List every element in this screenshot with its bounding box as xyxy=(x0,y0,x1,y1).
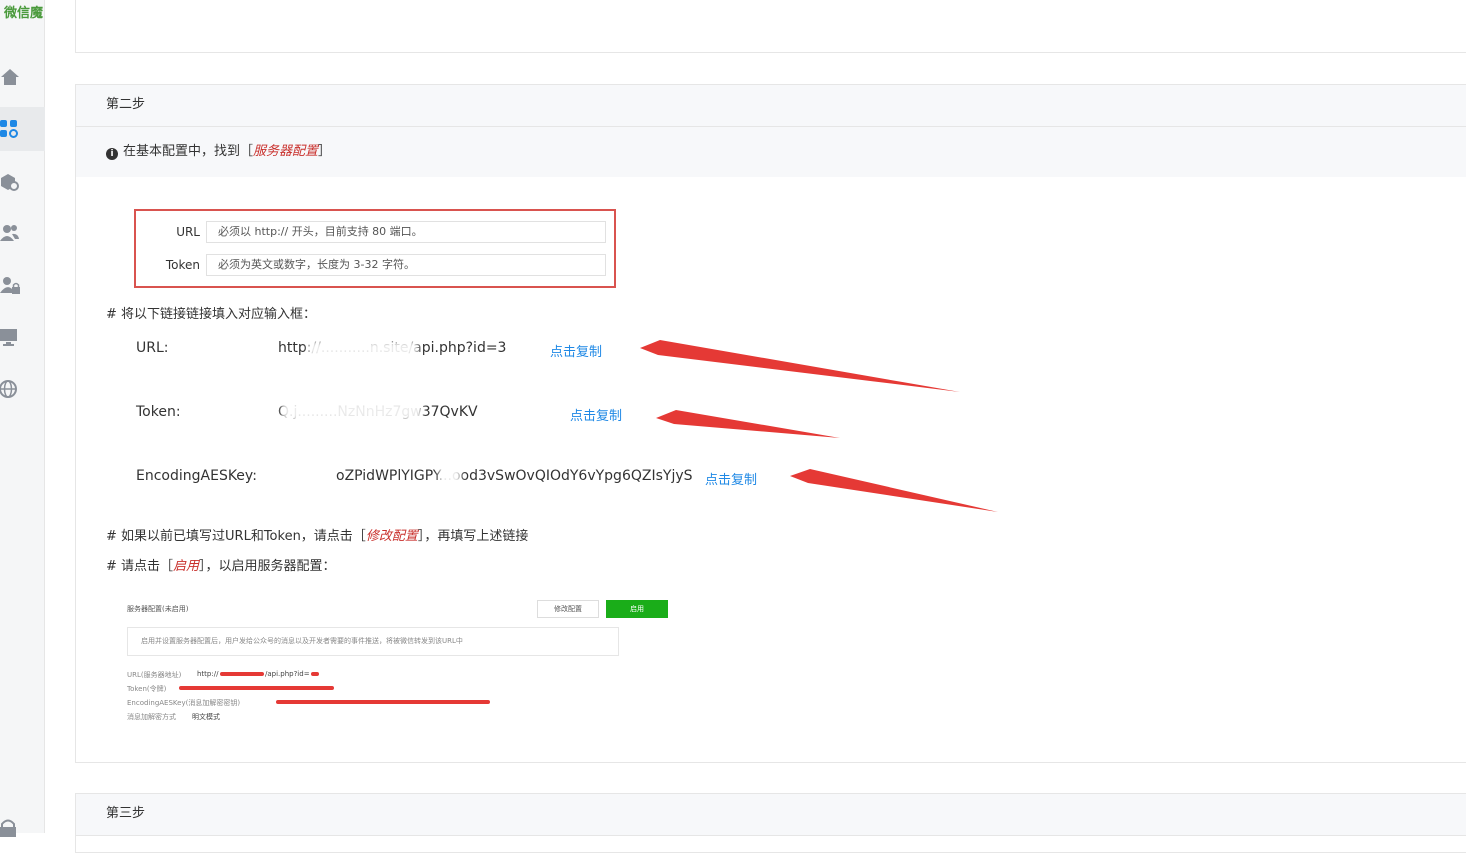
copy-aes-key-button[interactable]: 点击复制 xyxy=(705,469,757,488)
step1-card-tail xyxy=(75,0,1466,53)
preview-encrypt-label: 消息加解密方式 xyxy=(127,713,176,721)
aes-redaction xyxy=(439,463,461,487)
token-form-row: Token 必须为英文或数字，长度为 3-32 字符。 xyxy=(136,254,614,276)
token-form-input: 必须为英文或数字，长度为 3-32 字符。 xyxy=(206,254,606,276)
enable-highlight: 启用 xyxy=(173,559,200,574)
url-field-label: URL: xyxy=(136,340,169,356)
token-redaction xyxy=(282,401,422,421)
step2-title: 第二步 xyxy=(76,85,1466,127)
modify-config-note: # 如果以前已填写过URL和Token，请点击［修改配置］，再填写上述链接 xyxy=(106,529,529,544)
preview-token-redaction xyxy=(179,686,334,690)
preview-token-label: Token(令牌) xyxy=(127,685,167,693)
token-form-label: Token xyxy=(165,258,200,272)
modify-config-highlight: 修改配置 xyxy=(365,529,418,544)
preview-modify-button: 修改配置 xyxy=(537,600,599,618)
preview-title: 服务器配置(未启用) xyxy=(127,605,189,613)
preview-enable-button: 启用 xyxy=(606,600,668,618)
app-logo: 微信魔 xyxy=(4,6,44,21)
box-settings-icon[interactable] xyxy=(0,172,20,192)
preview-description: 启用并设置服务器配置后，用户发给公众号的消息以及开发者需要的事件推送，将被微信转… xyxy=(127,627,619,656)
preview-url-value: http:// xyxy=(197,670,219,678)
lock-icon[interactable] xyxy=(0,818,20,838)
copy-url-button[interactable]: 点击复制 xyxy=(550,341,602,360)
fill-instruction: # 将以下链接链接填入对应输入框： xyxy=(106,307,317,322)
url-form-input: 必须以 http:// 开头，目前支持 80 端口。 xyxy=(206,221,606,243)
preview-encrypt-value: 明文模式 xyxy=(192,713,220,721)
step2-tip: i 在基本配置中，找到［服务器配置］ xyxy=(76,127,1466,177)
aes-key-field-label: EncodingAESKey: xyxy=(136,468,257,484)
url-redaction xyxy=(308,341,418,357)
sidebar: 微信魔 xyxy=(0,0,45,837)
preview-aes-label: EncodingAESKey(消息加解密密钥) xyxy=(127,699,241,707)
preview-url-redaction xyxy=(220,672,264,676)
home-icon[interactable] xyxy=(0,67,20,87)
enable-config-note: # 请点击［启用］，以启用服务器配置： xyxy=(106,559,336,574)
server-config-form-example: URL 必须以 http:// 开头，目前支持 80 端口。 Token 必须为… xyxy=(134,209,616,288)
preview-id-redaction xyxy=(311,672,319,676)
user-lock-icon[interactable] xyxy=(0,275,20,295)
globe-icon[interactable] xyxy=(0,379,20,399)
users-icon[interactable] xyxy=(0,223,20,243)
step3-card: 第三步 xyxy=(75,793,1466,853)
aes-key-field-value: oZPidWPlYIGPY...ood3vSwOvQIOdY6vYpg6QZIs… xyxy=(336,468,693,484)
token-field-label: Token: xyxy=(136,404,181,420)
monitor-icon[interactable] xyxy=(0,327,20,347)
server-config-preview-image: 服务器配置(未启用) 修改配置 启用 启用并设置服务器配置后，用户发给公众号的消… xyxy=(124,595,668,730)
url-form-label: URL xyxy=(176,225,200,239)
preview-aes-redaction xyxy=(276,700,490,704)
info-icon: i xyxy=(106,148,118,160)
server-config-highlight: 服务器配置 xyxy=(253,144,319,159)
url-form-row: URL 必须以 http:// 开头，目前支持 80 端口。 xyxy=(136,221,614,243)
preview-url-label: URL(服务器地址) xyxy=(127,671,182,679)
step3-title: 第三步 xyxy=(76,794,1466,836)
copy-token-button[interactable]: 点击复制 xyxy=(570,405,622,424)
apps-icon[interactable] xyxy=(0,119,20,139)
step2-card: 第二步 i 在基本配置中，找到［服务器配置］ URL 必须以 http:// 开头… xyxy=(75,84,1466,763)
preview-url-suffix: /api.php?id= xyxy=(265,670,310,678)
